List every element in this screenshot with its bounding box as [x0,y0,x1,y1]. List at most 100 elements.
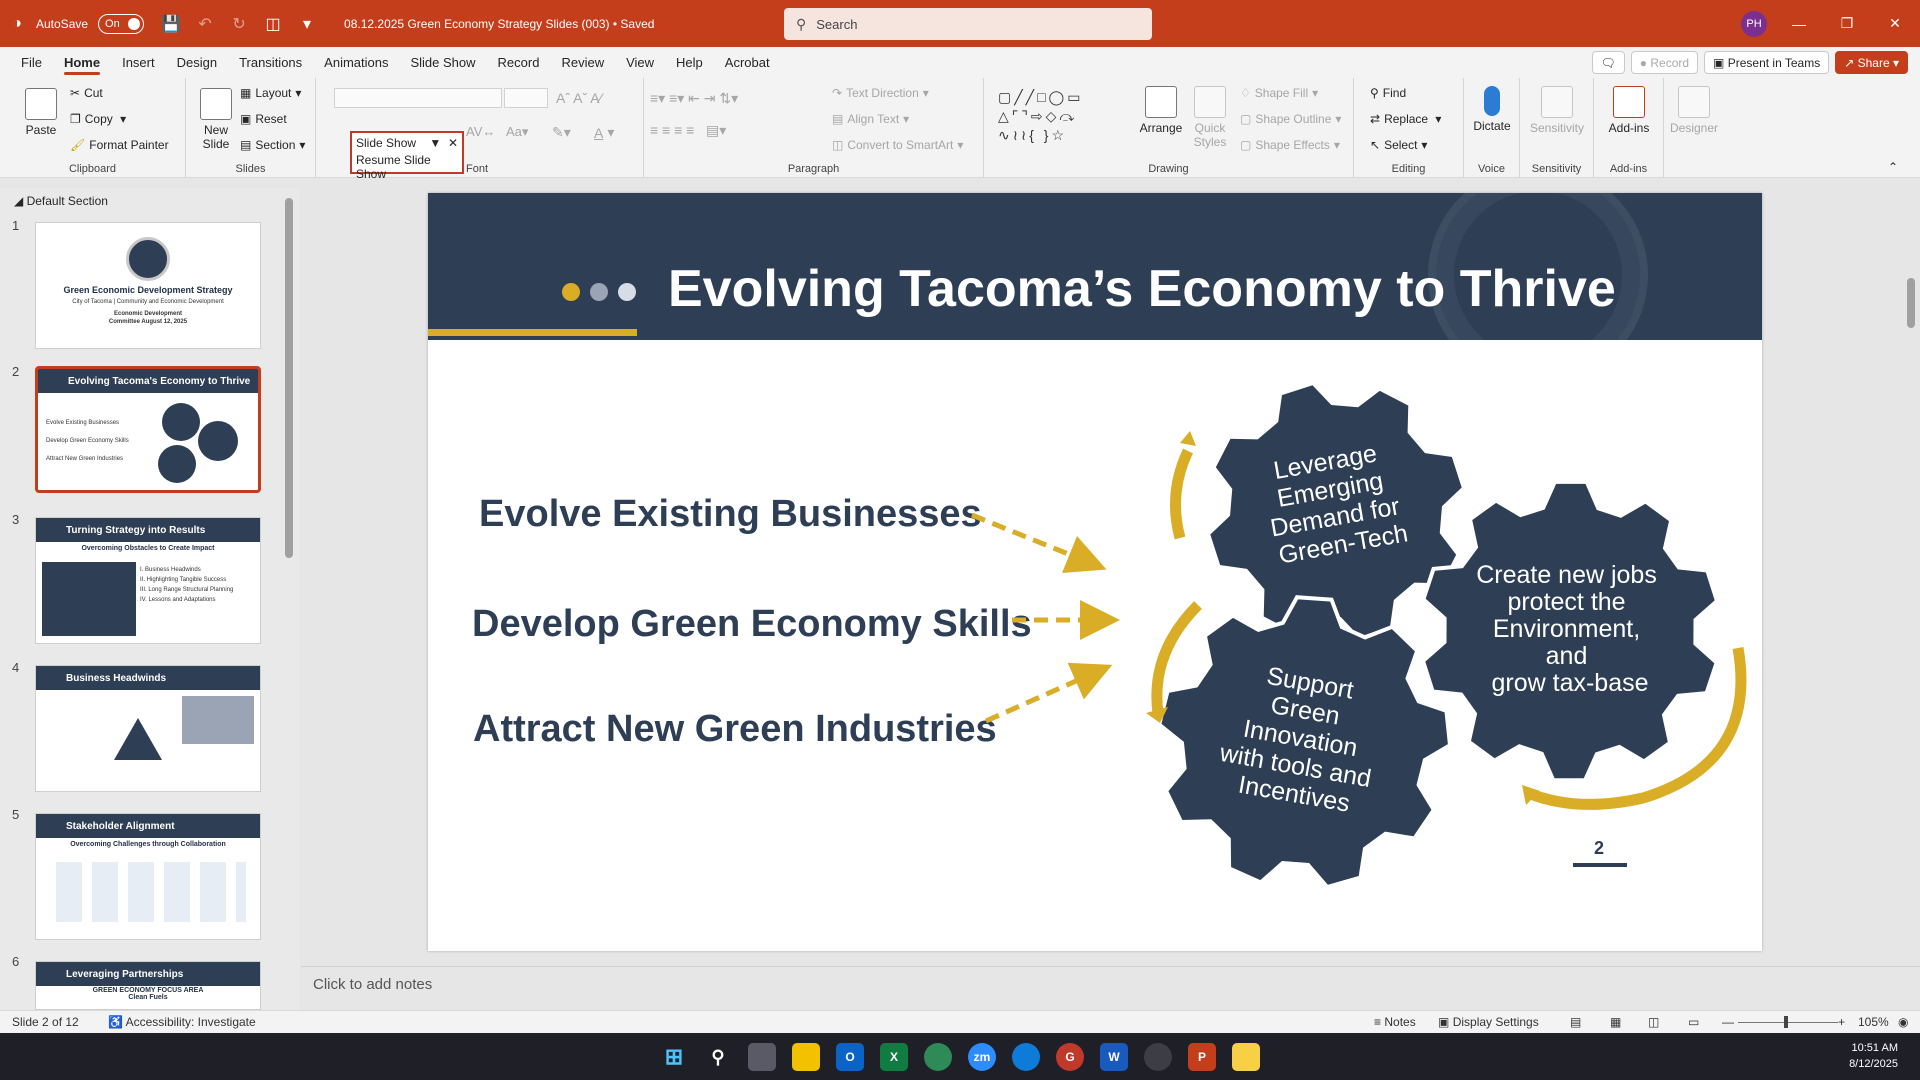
canvas-scrollbar[interactable] [1906,188,1916,966]
normal-view-icon[interactable]: ▤ [1570,1015,1581,1029]
tab-animations[interactable]: Animations [313,47,399,78]
smartart-button[interactable]: ◫ Convert to SmartArt ▾ [832,138,963,152]
reset-button[interactable]: ▣ Reset [240,112,287,126]
reading-view-icon[interactable]: ◫ [1648,1015,1659,1029]
search-taskbar-icon[interactable]: ⚲ [704,1043,732,1071]
share-button[interactable]: ↗ Share ▾ [1835,51,1908,74]
powerpoint-taskbar-icon[interactable]: P [1188,1043,1216,1071]
zoom-slider-thumb[interactable] [1784,1016,1788,1028]
file-explorer-icon[interactable] [792,1043,820,1071]
replace-button[interactable]: ⇄ Replace ▾ [1370,112,1441,126]
sensitivity-button[interactable]: Sensitivity [1522,86,1592,135]
word-icon[interactable]: W [1100,1043,1128,1071]
arrange-button[interactable]: Arrange [1138,86,1184,135]
change-case-icon[interactable]: Aa▾ [506,124,528,140]
document-title[interactable]: 08.12.2025 Green Economy Strategy Slides… [344,17,654,31]
zoom-out-icon[interactable]: — [1722,1015,1734,1029]
designer-button[interactable]: Designer [1668,86,1720,135]
present-in-teams-button[interactable]: ▣ Present in Teams [1704,51,1830,74]
select-button[interactable]: ↖ Select ▾ [1370,138,1427,152]
copy-button[interactable]: ❐ Copy ▾ [70,112,126,126]
save-icon[interactable]: 💾 [154,0,188,47]
display-settings[interactable]: ▣ Display Settings [1438,1015,1539,1029]
quick-styles-button[interactable]: Quick Styles [1190,86,1230,149]
tab-record[interactable]: Record [487,47,551,78]
slide-thumbnail-3[interactable]: Turning Strategy into Results Overcoming… [35,517,261,644]
bullets-icon[interactable]: ≡▾ ≡▾ ⇤ ⇥ ⇅▾ [650,90,738,107]
slideshow-view-icon[interactable]: ▭ [1688,1015,1699,1029]
zoom-in-icon[interactable]: + [1838,1015,1845,1029]
slide-thumbnail-5[interactable]: Stakeholder Alignment Overcoming Challen… [35,813,261,940]
popup-dropdown-icon[interactable]: ▼ [429,136,441,150]
tab-help[interactable]: Help [665,47,714,78]
tab-slide-show[interactable]: Slide Show [399,47,486,78]
google-icon[interactable]: G [1056,1043,1084,1071]
slide-sorter-icon[interactable]: ▦ [1610,1015,1621,1029]
slide-show-popup-title[interactable]: Slide Show [356,136,416,150]
font-size-tools-icon[interactable]: Aˆ Aˇ A⁄ [556,90,602,106]
thumbnail-scrollbar[interactable] [284,188,294,1010]
slide-thumbnail-1[interactable]: Green Economic Development Strategy City… [35,222,261,349]
search-box[interactable]: ⚲ Search [784,8,1152,40]
zoom-app-icon[interactable]: zm [968,1043,996,1071]
canvas-scroll-thumb[interactable] [1907,278,1915,328]
section-button[interactable]: ▤ Section ▾ [240,138,305,152]
slide-thumbnail-4[interactable]: Business Headwinds [35,665,261,792]
tab-review[interactable]: Review [550,47,615,78]
resume-slide-show-item[interactable]: Resume Slide Show [352,152,462,182]
tab-file[interactable]: File [10,47,53,78]
font-size-select[interactable] [504,88,548,108]
present-from-start-icon[interactable]: ◫ [256,0,290,47]
tab-transitions[interactable]: Transitions [228,47,313,78]
shape-effects-button[interactable]: ▢ Shape Effects ▾ [1240,138,1340,152]
comments-icon[interactable]: 🗨 [1591,51,1625,74]
excel-icon[interactable]: X [880,1043,908,1071]
slide-thumbnail-6[interactable]: Leveraging Partnerships GREEN ECONOMY FO… [35,961,261,1010]
section-header[interactable]: ◢ Default Section [14,194,108,208]
tab-acrobat[interactable]: Acrobat [714,47,781,78]
undo-icon[interactable]: ↶ [188,0,222,47]
new-slide-button[interactable]: New Slide [194,88,238,151]
zoom-slider[interactable] [1738,1022,1838,1023]
align-text-button[interactable]: ▤ Align Text ▾ [832,112,909,126]
shape-fill-button[interactable]: ♢ Shape Fill ▾ [1240,86,1318,100]
chrome-like-icon[interactable] [924,1043,952,1071]
slide-thumbnail-2[interactable]: Evolving Tacoma's Economy to Thrive Evol… [35,366,261,493]
fit-to-window-icon[interactable]: ◉ [1898,1015,1908,1029]
character-spacing-icon[interactable]: AV↔ [466,124,495,139]
thumbnail-scroll-thumb[interactable] [285,198,293,558]
windows-start-icon[interactable]: ⊞ [660,1043,688,1071]
text-direction-button[interactable]: ↷ Text Direction ▾ [832,86,929,100]
outlook-icon[interactable]: O [836,1043,864,1071]
tab-home[interactable]: Home [53,47,111,78]
autosave-toggle[interactable]: On [98,13,145,34]
format-painter-button[interactable]: 🖌 Format Painter [70,138,169,152]
highlight-icon[interactable]: ✎▾ [552,124,571,141]
redo-icon[interactable]: ↻ [222,0,256,47]
system-clock[interactable]: 10:51 AM 8/12/2025 [1849,1040,1898,1072]
minimize-icon[interactable]: — [1776,0,1822,47]
tab-design[interactable]: Design [166,47,228,78]
task-view-icon[interactable] [748,1043,776,1071]
restore-icon[interactable]: ❐ [1824,0,1870,47]
collapse-ribbon-icon[interactable]: ⌃ [1888,160,1898,174]
align-icons[interactable]: ≡ ≡ ≡ ≡ ▤▾ [650,122,726,139]
zoom-level[interactable]: 105% [1858,1015,1889,1029]
shapes-gallery-icon[interactable]: ▢╱╱□◯▭ △⌜⌝⇨◇⤼ ∿≀≀{ }☆ [998,88,1128,146]
notes-pane[interactable]: Click to add notes [301,966,1920,1010]
popup-close-icon[interactable]: ✕ [448,136,458,150]
edge-icon[interactable] [1012,1043,1040,1071]
find-button[interactable]: ⚲ Find [1370,86,1406,100]
addins-button[interactable]: Add-ins [1596,86,1662,135]
avatar[interactable]: PH [1741,11,1767,37]
font-color-icon[interactable]: A ▾ [594,124,614,141]
clock-app-icon[interactable] [1144,1043,1172,1071]
customize-toolbar-icon[interactable]: ▾ [290,0,324,47]
font-family-select[interactable] [334,88,502,108]
tab-insert[interactable]: Insert [111,47,166,78]
record-button[interactable]: ● Record [1630,51,1699,74]
sticky-notes-icon[interactable] [1232,1043,1260,1071]
accessibility-status[interactable]: ♿ Accessibility: Investigate [108,1015,256,1029]
layout-button[interactable]: ▦ Layout ▾ [240,86,301,100]
notes-toggle[interactable]: ≡ Notes [1374,1015,1416,1029]
